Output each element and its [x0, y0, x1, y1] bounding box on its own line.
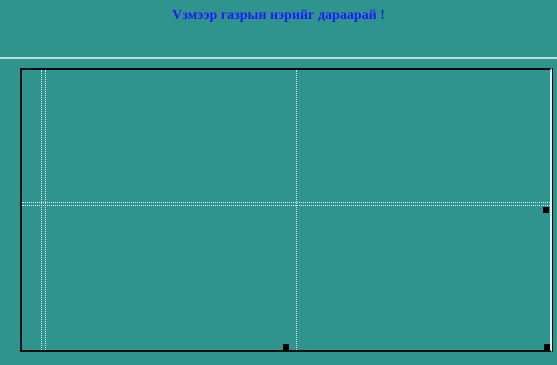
map-area-frame-right-edge: [552, 68, 553, 352]
grid-guide-vertical-left-b: [45, 70, 46, 350]
resize-handle-right[interactable]: [543, 207, 549, 213]
map-area-frame[interactable]: [20, 68, 552, 352]
resize-handle-corner[interactable]: [544, 344, 550, 350]
header-divider: [0, 57, 557, 59]
grid-guide-horizontal-b: [22, 205, 550, 206]
header-bar: Vзмээр газрын нэрийг дараарай !: [0, 0, 557, 57]
page-title: Vзмээр газрын нэрийг дараарай !: [172, 8, 385, 23]
grid-guide-vertical-left-a: [41, 70, 42, 350]
grid-guide-vertical-middle: [296, 70, 297, 350]
grid-guide-horizontal-a: [22, 202, 550, 203]
resize-handle-bottom[interactable]: [283, 344, 289, 350]
